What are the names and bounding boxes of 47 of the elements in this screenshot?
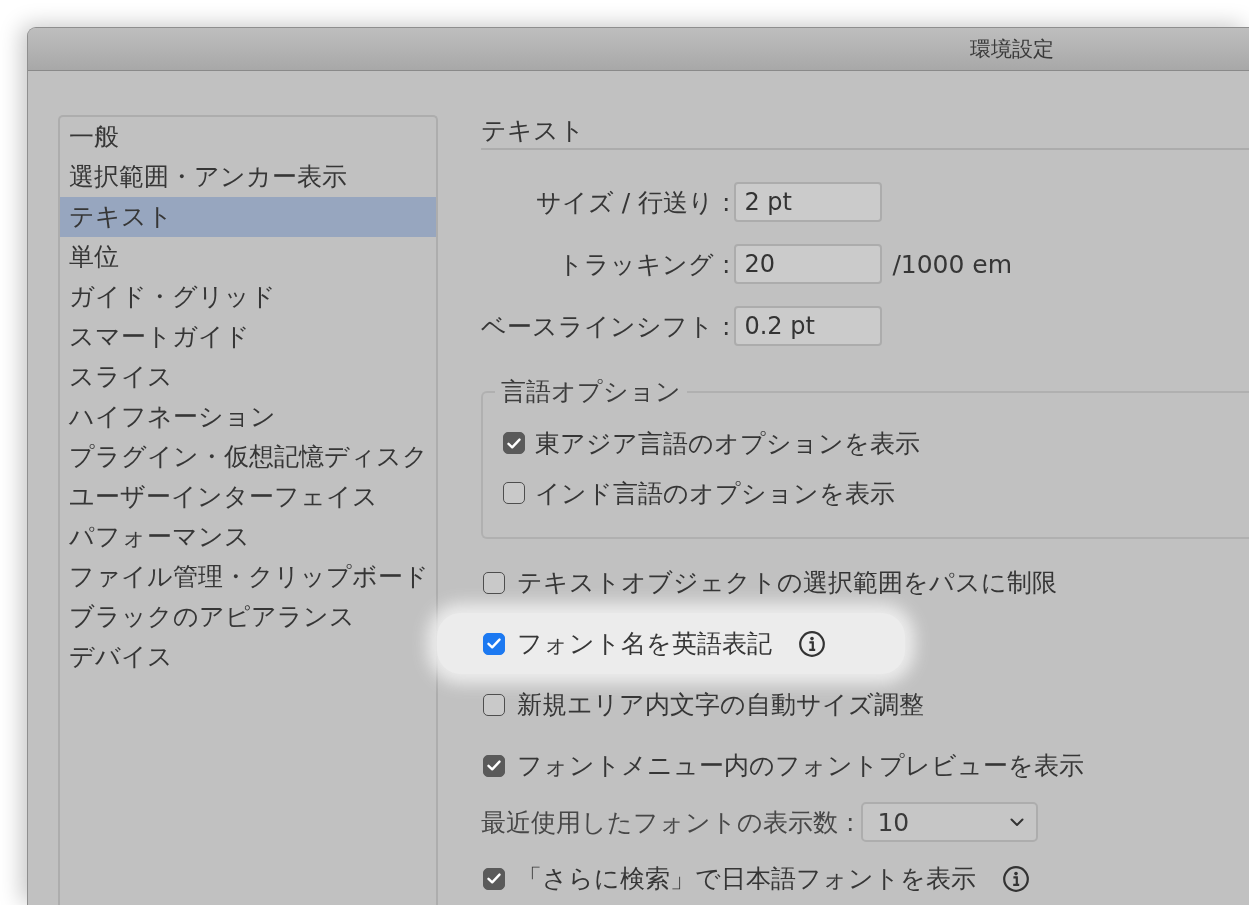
dropdown[interactable]: 10	[861, 802, 1039, 842]
chevron-icon	[1010, 817, 1025, 827]
checkmark-icon	[487, 760, 501, 771]
category-item[interactable]: スライス	[60, 357, 436, 397]
checkmark-icon	[487, 638, 501, 649]
category-item[interactable]: ファイル管理・クリップボード	[60, 557, 436, 597]
checkmark-icon	[487, 873, 501, 884]
category-item[interactable]: ガイド・グリッド	[60, 277, 436, 317]
category-item[interactable]: ユーザーインターフェイス	[60, 477, 436, 517]
checkbox[interactable]	[483, 632, 505, 655]
field-label: 最近使用したフォントの表示数 :	[481, 806, 855, 839]
category-item[interactable]: 一般	[60, 117, 436, 157]
category-item[interactable]: プラグイン・仮想記憶ディスク	[60, 437, 436, 477]
checkbox[interactable]	[483, 754, 505, 777]
category-item[interactable]: スマートガイド	[60, 317, 436, 357]
unit-label: /1000 em	[892, 249, 1013, 279]
category-item[interactable]: ハイフネーション	[60, 397, 436, 437]
category-item[interactable]: 単位	[60, 237, 436, 277]
text-field[interactable]: 20	[734, 244, 883, 284]
option-label: フォントメニュー内のフォントプレビューを表示	[517, 750, 1084, 782]
option-label: 新規エリア内文字の自動サイズ調整	[517, 689, 924, 721]
checkbox[interactable]	[483, 571, 505, 594]
text-field[interactable]: 2 pt	[734, 182, 883, 222]
field-label: トラッキング :	[558, 248, 731, 281]
option-label: 「さらに検索」で日本語フォントを表示	[517, 863, 976, 895]
option-label: 東アジア言語のオプションを表示	[535, 427, 920, 460]
option-label: テキストオブジェクトの選択範囲をパスに制限	[517, 567, 1057, 599]
checkbox[interactable]	[483, 693, 505, 716]
category-item[interactable]: テキスト	[60, 197, 436, 237]
option-label: フォント名を英語表記	[517, 628, 772, 660]
field-label: ベースラインシフト :	[481, 310, 731, 343]
checkbox[interactable]	[503, 432, 525, 454]
field-label: サイズ / 行送り :	[535, 186, 731, 219]
window-title: 環境設定	[970, 36, 1054, 62]
info-icon[interactable]	[799, 630, 825, 657]
group-label: 言語オプション	[500, 377, 682, 407]
checkmark-icon	[507, 437, 521, 449]
checkbox[interactable]	[503, 482, 525, 504]
option-label: インド言語のオプションを表示	[535, 477, 895, 510]
info-icon[interactable]	[1003, 865, 1029, 892]
category-item[interactable]: 選択範囲・アンカー表示	[60, 157, 436, 197]
section-heading: テキスト	[481, 115, 586, 147]
category-item[interactable]: ブラックのアピアランス	[60, 597, 436, 637]
text-field[interactable]: 0.2 pt	[734, 306, 883, 346]
category-item[interactable]: デバイス	[60, 637, 436, 677]
checkbox[interactable]	[483, 867, 505, 890]
category-item[interactable]: パフォーマンス	[60, 517, 436, 557]
